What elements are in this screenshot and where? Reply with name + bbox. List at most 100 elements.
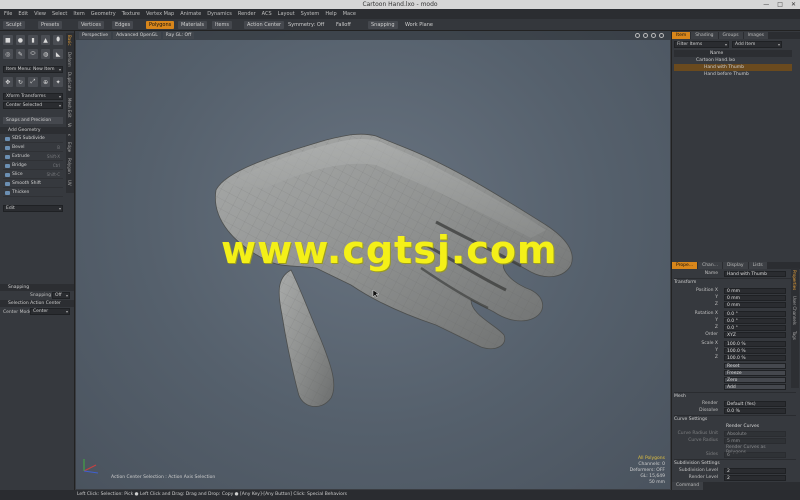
menu-help[interactable]: Help: [325, 11, 336, 17]
rotation-z-field[interactable]: 0.0 °: [724, 324, 786, 331]
zero-button[interactable]: Zero: [724, 376, 786, 383]
xform-dropdown[interactable]: Xform Transforms: [3, 93, 63, 100]
render-curves-poly-checkbox[interactable]: Render Curves as Polygons: [724, 445, 786, 455]
work-plane-dropdown[interactable]: Work Plane: [402, 21, 436, 29]
sides-field[interactable]: 6: [724, 451, 786, 458]
tool-bevel[interactable]: Bevel B: [3, 144, 63, 152]
edit-dropdown[interactable]: Edit: [3, 205, 63, 212]
cylinder-icon[interactable]: ▮: [28, 35, 38, 45]
snapping-toggle[interactable]: Off: [52, 292, 70, 299]
ray-gl-toggle[interactable]: Ray GL: Off: [162, 32, 195, 39]
freeze-button[interactable]: Freeze: [724, 369, 786, 376]
falloff-dropdown[interactable]: Falloff: [333, 21, 354, 29]
rotation-x-field[interactable]: 0.0 °: [724, 310, 786, 317]
menu-file[interactable]: File: [4, 11, 12, 17]
render-level-field[interactable]: 2: [724, 474, 786, 481]
menu-item[interactable]: Item: [73, 11, 84, 17]
center-mode-dropdown[interactable]: Center: [30, 308, 70, 315]
minimize-icon[interactable]: —: [763, 0, 769, 9]
sphere-icon[interactable]: ●: [15, 35, 26, 45]
polygons-button[interactable]: Polygons: [146, 21, 175, 29]
curve-radius-field[interactable]: 5 mm: [724, 437, 786, 444]
curve-settings-section[interactable]: Curve Settings: [674, 415, 796, 422]
side-tab-tags[interactable]: Tags: [792, 331, 797, 340]
capsule-icon[interactable]: ⬮: [53, 35, 63, 45]
tool-extrude[interactable]: Extrude Shift-X: [3, 153, 63, 161]
maximize-icon[interactable]: □: [777, 0, 783, 9]
wedge-icon[interactable]: ◣: [53, 49, 63, 59]
tool-sds-subdivide[interactable]: SDS Subdivide: [3, 135, 63, 143]
side-tab-mesh-edit[interactable]: Mesh Edit: [67, 98, 72, 118]
snapping-button[interactable]: Snapping: [368, 21, 398, 29]
order-dropdown[interactable]: XYZ: [724, 331, 786, 338]
add-geometry-header[interactable]: Add Geometry: [0, 127, 74, 134]
view-type-dropdown[interactable]: Perspective: [79, 32, 112, 39]
rotate-icon[interactable]: ↻: [15, 77, 26, 87]
snapping-header[interactable]: Snapping: [0, 284, 74, 291]
ellipsoid-icon[interactable]: ⬭: [28, 49, 38, 59]
tab-images[interactable]: Images: [743, 32, 769, 39]
menu-geometry[interactable]: Geometry: [91, 11, 116, 17]
menu-edit[interactable]: Edit: [18, 11, 28, 17]
render-dropdown[interactable]: Default (Yes): [724, 400, 786, 407]
transform-section[interactable]: Transform: [674, 278, 796, 285]
subdivision-level-field[interactable]: 2: [724, 467, 786, 474]
tree-item-scene[interactable]: Cartoon Hand.lxo: [674, 57, 792, 64]
menu-texture[interactable]: Texture: [122, 11, 140, 17]
selection-action-center-header[interactable]: Selection Action Center: [0, 300, 74, 307]
name-field[interactable]: Hand with Thumb: [724, 270, 786, 277]
tool-bridge[interactable]: Bridge Ctrl: [3, 162, 63, 170]
menu-dynamics[interactable]: Dynamics: [207, 11, 232, 17]
menu-mace[interactable]: Mace: [343, 11, 356, 17]
tab-lists[interactable]: Lists: [748, 262, 767, 269]
side-tab-edge[interactable]: Edge: [67, 142, 72, 152]
tab-display[interactable]: Display: [722, 262, 748, 269]
symmetry-dropdown[interactable]: Symmetry: Off: [285, 21, 327, 29]
presets-button[interactable]: Presets: [38, 21, 63, 29]
snaps-precision-button[interactable]: Snaps and Precision: [3, 117, 63, 124]
menu-layout[interactable]: Layout: [278, 11, 295, 17]
subdivision-settings-section[interactable]: Subdivision Settings: [674, 459, 796, 466]
side-tab-duplicate[interactable]: Duplicate: [67, 72, 72, 91]
torus-icon[interactable]: ◎: [3, 49, 13, 59]
sculpt-button[interactable]: Sculpt: [3, 21, 25, 29]
add-item-dropdown[interactable]: Add Item: [732, 41, 782, 48]
scale-z-field[interactable]: 100.0 %: [724, 354, 786, 361]
filter-items-dropdown[interactable]: Filter Items: [674, 41, 729, 48]
render-curves-checkbox[interactable]: Render Curves: [724, 424, 786, 430]
menu-animate[interactable]: Animate: [180, 11, 201, 17]
edges-button[interactable]: Edges: [112, 21, 134, 29]
close-icon[interactable]: ✕: [791, 0, 796, 9]
command-label[interactable]: Command: [672, 482, 704, 490]
side-tab-uv[interactable]: UV: [67, 180, 72, 186]
tree-item-hand-before-thumb[interactable]: Hand before Thumb: [674, 71, 792, 78]
menu-view[interactable]: View: [34, 11, 46, 17]
tab-shading[interactable]: Shading: [691, 32, 718, 39]
position-z-field[interactable]: 0 mm: [724, 301, 786, 308]
side-tab-basic[interactable]: Basic: [67, 35, 72, 46]
tool-slice[interactable]: Slice Shift-C: [3, 171, 63, 179]
cube-icon[interactable]: ■: [3, 35, 13, 45]
tab-channels[interactable]: Chan...: [698, 262, 722, 269]
tree-item-hand-with-thumb[interactable]: Hand with Thumb: [674, 64, 792, 71]
tool-thicken[interactable]: Thicken: [3, 189, 63, 197]
side-tab-properties[interactable]: Properties: [792, 270, 797, 290]
menu-vertex-map[interactable]: Vertex Map: [146, 11, 174, 17]
fit-icon[interactable]: [659, 33, 664, 38]
mesh-section[interactable]: Mesh: [674, 392, 796, 399]
side-tab-deform[interactable]: Deform: [67, 52, 72, 67]
position-y-field[interactable]: 0 mm: [724, 294, 786, 301]
action-center-dropdown[interactable]: Action Center: [244, 21, 285, 29]
pan-icon[interactable]: [643, 33, 648, 38]
scale-icon[interactable]: ⤢: [28, 77, 38, 87]
cone-icon[interactable]: ▲: [40, 35, 51, 45]
zoom-icon[interactable]: [651, 33, 656, 38]
center-selected-dropdown[interactable]: Center Selected: [3, 102, 63, 109]
move-icon[interactable]: ✥: [3, 77, 13, 87]
tube-icon[interactable]: ◍: [40, 49, 51, 59]
materials-button[interactable]: Materials: [178, 21, 207, 29]
vertices-button[interactable]: Vertices: [78, 21, 104, 29]
item-menu-dropdown[interactable]: Item Menu: New Item: [3, 66, 63, 73]
add-button[interactable]: Add: [724, 383, 786, 390]
position-x-field[interactable]: 0 mm: [724, 287, 786, 294]
